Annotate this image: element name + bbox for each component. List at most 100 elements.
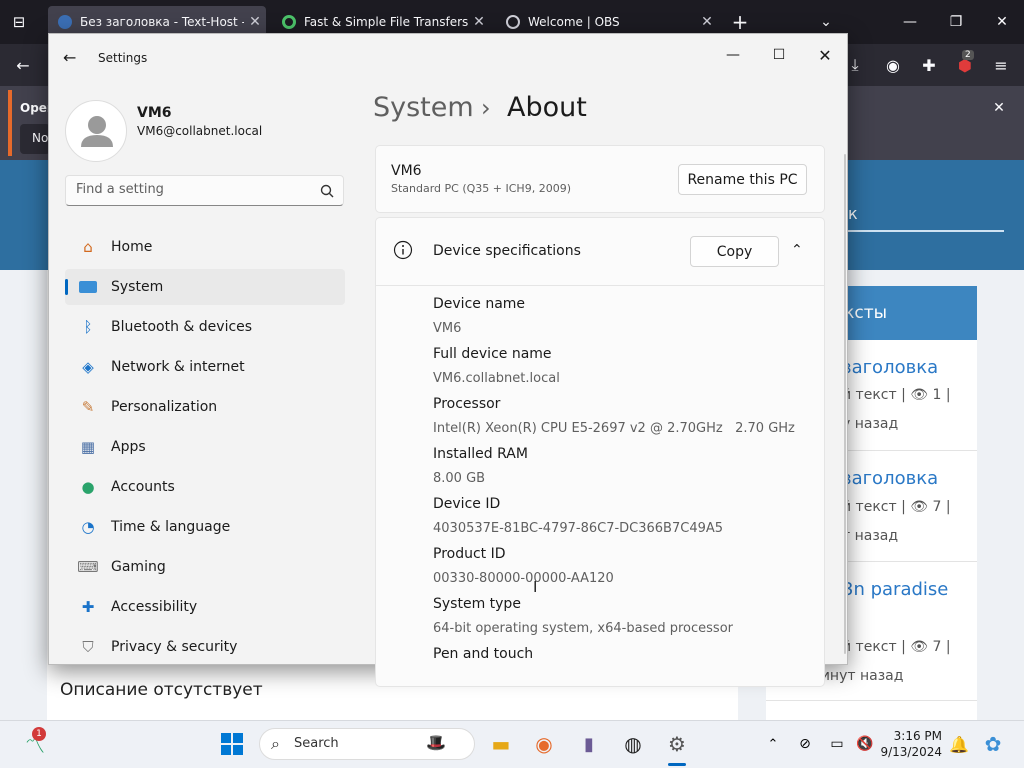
divider [766,700,977,701]
spec-label: System type [433,596,521,612]
active-app-indicator [668,763,686,766]
text-cursor-icon: I [533,578,538,596]
close-icon[interactable]: ✕ [805,42,845,68]
close-browser-icon[interactable]: ✕ [988,10,1016,34]
user-silhouette-icon [81,116,113,147]
nav-item-accessibility[interactable]: ✚ Accessibility [65,589,345,625]
nav-item-network[interactable]: ◈ Network & internet [65,349,345,385]
search-input[interactable]: Find a setting [65,175,344,206]
shield-icon: ⛉ [82,638,94,656]
settings-window: ← Settings — ☐ ✕ VM6 VM6@collabnet.local… [48,33,848,687]
minimize-icon[interactable]: — [713,42,753,68]
user-name: VM6 [137,105,172,121]
spec-value: 00330-80000-00000-AA120 [433,571,614,586]
spec-label: Device ID [433,496,501,512]
copy-button[interactable]: Copy [690,236,779,267]
site-search-underline [848,230,1004,232]
extensions-icon[interactable]: ✚ [916,52,942,78]
display-icon[interactable]: ▭ [822,729,852,759]
nav-item-accounts[interactable]: ● Accounts [65,469,345,505]
taskbar-search[interactable]: ⌕ Search 🎩 [259,728,475,760]
breadcrumb-parent[interactable]: System [373,92,474,123]
pc-model: Standard PC (Q35 + ICH9, 2009) [391,182,571,195]
menu-icon[interactable]: ≡ [988,52,1014,78]
site-search-fragment: к [848,204,858,223]
nav-item-home[interactable]: ⌂ Home [65,229,345,265]
search-icon [320,184,334,198]
spec-value: 4030537E-81BC-4797-86C7-DC366B7C49A5 [433,521,724,536]
spec-label: Installed RAM [433,446,528,462]
nav-item-personalization[interactable]: ✎ Personalization [65,389,345,425]
back-icon[interactable]: ← [10,52,36,78]
maximize-browser-icon[interactable]: ❐ [942,10,970,34]
settings-gear-icon[interactable]: ⚙ [662,729,692,759]
apps-icon: ▦ [80,438,96,456]
nav-item-privacy[interactable]: ⛉ Privacy & security [65,629,345,665]
page-title: About [507,92,587,123]
tab-overview-icon[interactable]: ⊟ [6,9,32,35]
nav-item-apps[interactable]: ▦ Apps [65,429,345,465]
spec-label: Pen and touch [433,646,534,662]
nav-item-bluetooth[interactable]: ᛒ Bluetooth & devices [65,309,345,345]
network-icon[interactable]: ⊘ [790,729,820,759]
notification-accent [8,90,12,156]
spec-value: 8.00 GB [433,471,486,486]
extension-badge: 2 [962,50,974,60]
globe-icon: ◔ [81,518,95,536]
chevron-right-icon: › [481,94,491,122]
back-arrow-icon[interactable]: ← [63,48,76,67]
text-host-favicon [58,15,72,29]
avatar[interactable] [65,100,127,162]
home-icon: ⌂ [83,238,93,256]
user-email: VM6@collabnet.local [137,124,263,138]
obs-favicon [506,15,520,29]
rename-pc-button[interactable]: Rename this PC [678,164,807,195]
nav-item-system[interactable]: System [65,269,345,305]
spec-value: VM6 [433,321,462,336]
obs-icon[interactable]: ◍ [618,729,648,759]
bluetooth-icon: ᛒ [83,318,93,336]
new-tab-button[interactable]: + [726,10,754,34]
search-placeholder: Find a setting [76,182,164,197]
maximize-icon[interactable]: ☐ [759,42,799,68]
notification-button[interactable]: No [20,124,50,154]
spec-value: VM6.collabnet.local [433,371,560,386]
selection-indicator [65,279,68,295]
spec-value: 64-bit operating system, x64-based proce… [433,621,733,636]
file-explorer-icon[interactable]: ▬ [486,729,516,759]
search-icon: ⌕ [271,734,280,753]
pc-name: VM6 [391,163,422,179]
copilot-icon[interactable]: ✿ [978,729,1008,759]
firefox-icon[interactable]: ◉ [529,729,559,759]
close-notification-icon[interactable]: ✕ [986,95,1012,121]
account-icon[interactable]: ◉ [880,52,906,78]
app-icon[interactable]: ▮ [574,729,604,759]
chevron-up-icon[interactable]: ⌃ [758,729,788,759]
network-icon: ◈ [82,358,94,376]
scrollbar[interactable] [844,154,846,654]
info-icon [393,240,413,260]
close-tab-icon[interactable]: ✕ [468,14,490,30]
spec-label: Processor [433,396,501,412]
close-tab-icon[interactable]: ✕ [244,14,266,30]
accounts-icon: ● [81,478,95,496]
volume-icon[interactable]: 🔇 [850,729,880,759]
windows-start-icon[interactable] [221,733,243,755]
divider [375,285,825,286]
spec-label: Device name [433,296,526,312]
nav-item-gaming[interactable]: ⌨ Gaming [65,549,345,585]
close-tab-icon[interactable]: ✕ [696,14,718,30]
system-icon [77,277,99,297]
search-highlight-icon: 🎩 [426,733,446,752]
nav-item-time-language[interactable]: ◔ Time & language [65,509,345,545]
search-label: Search [294,736,339,751]
list-tabs-icon[interactable]: ⌄ [812,10,840,34]
clock-time[interactable]: 3:16 PM [884,729,942,743]
notification-bell-icon[interactable]: 🔔 [944,729,974,759]
minimize-browser-icon[interactable]: — [896,10,924,34]
clock-date[interactable]: 9/13/2024 [878,745,942,759]
widgets-badge: 1 [32,727,46,741]
device-specs-title: Device specifications [433,243,581,259]
spec-label: Full device name [433,346,552,362]
chevron-up-icon[interactable]: ⌄ [791,240,803,256]
